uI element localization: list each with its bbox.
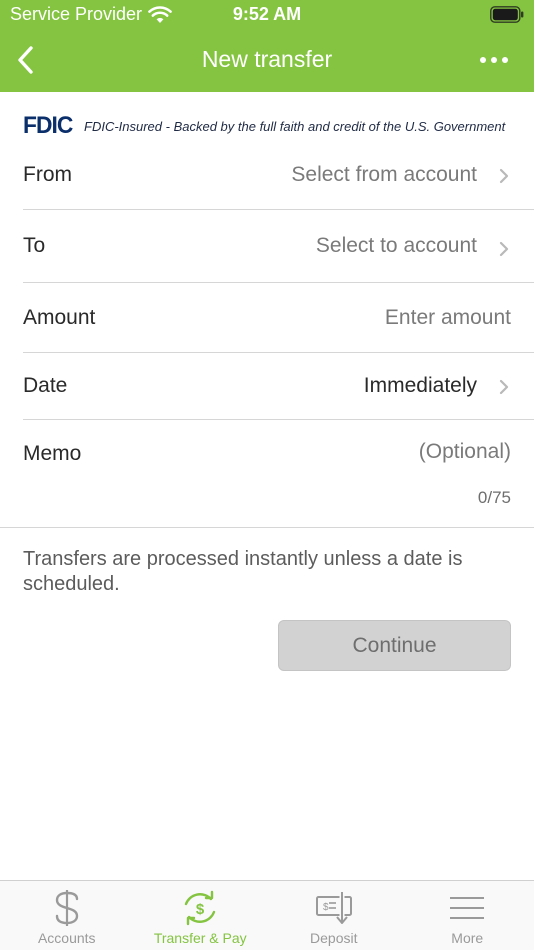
tab-bar: Accounts $ Transfer & Pay $ Deposit More — [0, 880, 534, 950]
to-label: To — [23, 234, 46, 257]
fdic-disclaimer: FDIC-Insured - Backed by the full faith … — [84, 118, 506, 134]
date-row[interactable]: Date Immediately — [23, 353, 534, 420]
from-label: From — [23, 162, 72, 186]
date-value: Immediately — [363, 374, 477, 397]
ellipsis-icon — [480, 57, 508, 63]
tab-accounts[interactable]: Accounts — [0, 881, 134, 950]
continue-button[interactable]: Continue — [278, 620, 511, 671]
amount-label: Amount — [23, 305, 96, 329]
svg-text:$: $ — [196, 901, 205, 918]
memo-label: Memo — [23, 442, 82, 465]
memo-input[interactable] — [211, 440, 511, 464]
chevron-right-icon — [499, 168, 509, 184]
battery-icon — [490, 6, 524, 23]
memo-row: Memo 0/75 — [0, 420, 534, 528]
memo-character-counter: 0/75 — [477, 488, 511, 507]
fdic-logo: FDIC — [23, 112, 73, 139]
to-account-value: Select to account — [315, 234, 477, 257]
amount-row[interactable]: Amount Enter amount — [23, 283, 534, 353]
transfer-info-text: Transfers are processed instantly unless… — [23, 548, 463, 595]
svg-text:$: $ — [323, 902, 329, 913]
more-options-button[interactable] — [474, 44, 514, 76]
page-title: New transfer — [201, 46, 333, 72]
from-account-row[interactable]: From Select from account — [23, 140, 534, 210]
from-account-value: Select from account — [291, 162, 477, 186]
check-deposit-icon: $ — [315, 892, 352, 924]
tab-deposit[interactable]: $ Deposit — [267, 881, 401, 950]
tab-more[interactable]: More — [401, 881, 534, 950]
amount-input[interactable]: Enter amount — [385, 306, 511, 330]
date-label: Date — [23, 374, 68, 397]
navigation-bar: New transfer — [0, 30, 534, 92]
tab-label: Accounts — [37, 930, 96, 946]
chevron-right-icon — [499, 241, 509, 257]
fdic-banner: FDIC FDIC-Insured - Backed by the full f… — [23, 112, 506, 139]
status-bar: Service Provider 9:52 AM — [0, 0, 534, 30]
chevron-right-icon — [499, 379, 509, 395]
dollar-icon — [55, 890, 78, 926]
transfer-cycle-icon: $ — [185, 890, 216, 926]
app-header: Service Provider 9:52 AM New transfer — [0, 0, 534, 92]
tab-transfer-pay[interactable]: $ Transfer & Pay — [134, 881, 268, 950]
to-account-row[interactable]: To Select to account — [23, 210, 534, 283]
menu-icon — [450, 897, 485, 919]
status-time: 9:52 AM — [232, 4, 302, 24]
tab-label: Transfer & Pay — [153, 930, 247, 946]
tab-label: More — [451, 930, 484, 946]
tab-label: Deposit — [310, 930, 358, 946]
